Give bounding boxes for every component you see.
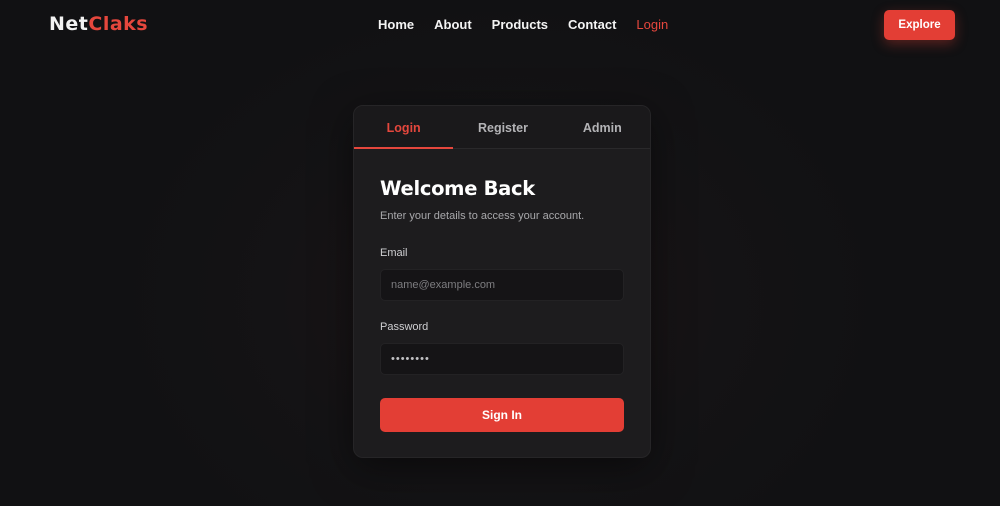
top-navbar: NetClaks Home About Products Contact Log… bbox=[0, 0, 1000, 50]
brand-logo[interactable]: NetClaks bbox=[49, 13, 148, 35]
auth-tabs: Login Register Admin bbox=[354, 106, 650, 149]
nav-link-contact[interactable]: Contact bbox=[568, 17, 616, 32]
brand-name-part1: Net bbox=[49, 13, 89, 35]
sign-in-button[interactable]: Sign In bbox=[380, 398, 624, 432]
form-subtitle: Enter your details to access your accoun… bbox=[380, 210, 585, 222]
tab-login[interactable]: Login bbox=[354, 106, 454, 149]
explore-button[interactable]: Explore bbox=[884, 10, 955, 40]
nav-link-home[interactable]: Home bbox=[378, 17, 414, 32]
email-input[interactable] bbox=[380, 269, 624, 301]
password-label: Password bbox=[380, 321, 429, 333]
auth-card: Login Register Admin Welcome Back Enter … bbox=[353, 105, 651, 458]
nav-link-products[interactable]: Products bbox=[492, 17, 548, 32]
nav-link-login[interactable]: Login bbox=[636, 17, 668, 32]
tab-register[interactable]: Register bbox=[453, 106, 552, 148]
nav-link-about[interactable]: About bbox=[434, 17, 472, 32]
form-title: Welcome Back bbox=[380, 177, 535, 200]
brand-name-part2: Claks bbox=[88, 13, 149, 35]
tab-admin[interactable]: Admin bbox=[553, 106, 650, 148]
email-label: Email bbox=[380, 247, 408, 259]
nav-links: Home About Products Contact Login bbox=[378, 17, 688, 32]
password-input[interactable] bbox=[380, 343, 624, 375]
